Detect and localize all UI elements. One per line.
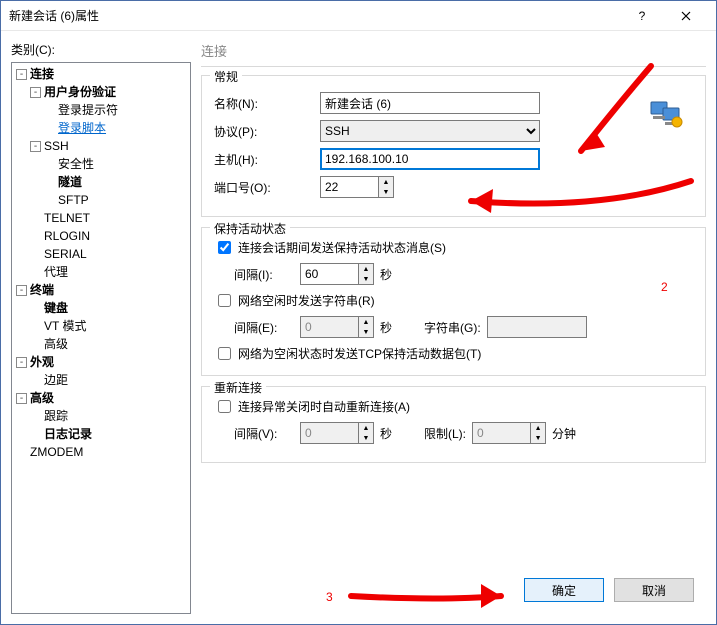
cancel-button[interactable]: 取消 bbox=[614, 578, 694, 602]
host-label: 主机(H): bbox=[214, 151, 314, 168]
group-reconnect-title: 重新连接 bbox=[210, 379, 266, 396]
category-tree[interactable]: -连接 -用户身份验证 登录提示符 登录脚本 -SSH 安全性 bbox=[11, 62, 191, 614]
chevron-up-icon: ▲ bbox=[359, 317, 373, 327]
auto-reconnect-label: 连接异常关闭时自动重新连接(A) bbox=[238, 398, 410, 415]
expand-icon[interactable]: - bbox=[16, 285, 27, 296]
interval-v-spinner: ▲▼ bbox=[300, 422, 374, 444]
chevron-down-icon: ▼ bbox=[359, 327, 373, 337]
tree-proxy[interactable]: 代理 bbox=[44, 265, 68, 279]
group-keepalive: 保持活动状态 连接会话期间发送保持活动状态消息(S) 间隔(I): ▲▼ 秒 网… bbox=[201, 227, 706, 376]
ok-button[interactable]: 确定 bbox=[524, 578, 604, 602]
chevron-up-icon[interactable]: ▲ bbox=[379, 177, 393, 187]
seconds-label: 秒 bbox=[380, 319, 392, 336]
idle-string-checkbox[interactable] bbox=[218, 294, 231, 307]
tree-advanced-term[interactable]: 高级 bbox=[44, 337, 68, 351]
host-input[interactable] bbox=[320, 148, 540, 170]
tree-tunnel[interactable]: 隧道 bbox=[58, 175, 82, 189]
group-general-title: 常规 bbox=[210, 68, 242, 85]
dialog-window: 新建会话 (6)属性 ? 类别(C): -连接 -用户身份验证 登录提示符 登录… bbox=[0, 0, 717, 625]
tree-terminal[interactable]: 终端 bbox=[30, 283, 54, 297]
chevron-up-icon: ▲ bbox=[531, 423, 545, 433]
interval-e-input bbox=[300, 316, 358, 338]
tree-trace[interactable]: 跟踪 bbox=[44, 409, 68, 423]
expand-icon[interactable]: - bbox=[16, 69, 27, 80]
keepalive-send-checkbox[interactable] bbox=[218, 241, 231, 254]
chevron-up-icon[interactable]: ▲ bbox=[359, 264, 373, 274]
tcp-keepalive-label: 网络为空闲状态时发送TCP保持活动数据包(T) bbox=[238, 345, 481, 362]
tree-vt-mode[interactable]: VT 模式 bbox=[44, 319, 86, 333]
name-input[interactable] bbox=[320, 92, 540, 114]
port-input[interactable] bbox=[320, 176, 378, 198]
expand-icon[interactable]: - bbox=[16, 393, 27, 404]
tree-user-auth[interactable]: 用户身份验证 bbox=[44, 85, 116, 99]
tree-security[interactable]: 安全性 bbox=[58, 157, 94, 171]
content: 类别(C): -连接 -用户身份验证 登录提示符 登录脚本 -SSH bbox=[1, 31, 716, 624]
string-input bbox=[487, 316, 587, 338]
tree-connection[interactable]: 连接 bbox=[30, 67, 54, 81]
port-label: 端口号(O): bbox=[214, 179, 314, 196]
expand-icon[interactable]: - bbox=[16, 357, 27, 368]
tree-login-script[interactable]: 登录脚本 bbox=[58, 121, 106, 135]
interval-i-input[interactable] bbox=[300, 263, 358, 285]
tree-margins[interactable]: 边距 bbox=[44, 373, 68, 387]
panel-title: 连接 bbox=[201, 41, 706, 67]
seconds-label: 秒 bbox=[380, 425, 392, 442]
close-button[interactable] bbox=[664, 1, 708, 31]
tree-appearance[interactable]: 外观 bbox=[30, 355, 54, 369]
right-column: 连接 常规 名称(N): 协议(P): bbox=[201, 41, 706, 614]
category-label: 类别(C): bbox=[11, 41, 191, 58]
chevron-down-icon: ▼ bbox=[359, 433, 373, 443]
tree-telnet[interactable]: TELNET bbox=[44, 211, 90, 225]
string-label: 字符串(G): bbox=[424, 319, 481, 336]
seconds-label: 秒 bbox=[380, 266, 392, 283]
group-general: 常规 名称(N): 协议(P): bbox=[201, 75, 706, 217]
protocol-select[interactable]: SSH bbox=[320, 120, 540, 142]
keepalive-send-label: 连接会话期间发送保持活动状态消息(S) bbox=[238, 239, 446, 256]
interval-e-label: 间隔(E): bbox=[214, 319, 294, 336]
hosts-icon bbox=[649, 96, 685, 131]
interval-i-label: 间隔(I): bbox=[214, 266, 294, 283]
interval-v-label: 间隔(V): bbox=[214, 425, 294, 442]
left-column: 类别(C): -连接 -用户身份验证 登录提示符 登录脚本 -SSH bbox=[11, 41, 191, 614]
expand-icon[interactable]: - bbox=[30, 87, 41, 98]
chevron-down-icon[interactable]: ▼ bbox=[379, 187, 393, 197]
minutes-label: 分钟 bbox=[552, 425, 576, 442]
tree-keyboard[interactable]: 键盘 bbox=[44, 301, 68, 315]
group-keepalive-title: 保持活动状态 bbox=[210, 220, 290, 237]
interval-v-input bbox=[300, 422, 358, 444]
protocol-label: 协议(P): bbox=[214, 123, 314, 140]
close-icon bbox=[681, 11, 691, 21]
limit-spinner: ▲▼ bbox=[472, 422, 546, 444]
tree-sftp[interactable]: SFTP bbox=[58, 193, 89, 207]
tree-serial[interactable]: SERIAL bbox=[44, 247, 87, 261]
dialog-footer: 确定 取消 bbox=[524, 578, 694, 602]
titlebar: 新建会话 (6)属性 ? bbox=[1, 1, 716, 31]
tree-login-prompt[interactable]: 登录提示符 bbox=[58, 103, 118, 117]
chevron-up-icon: ▲ bbox=[359, 423, 373, 433]
chevron-down-icon[interactable]: ▼ bbox=[359, 274, 373, 284]
group-reconnect: 重新连接 连接异常关闭时自动重新连接(A) 间隔(V): ▲▼ 秒 限制(L):… bbox=[201, 386, 706, 463]
auto-reconnect-checkbox[interactable] bbox=[218, 400, 231, 413]
interval-e-spinner: ▲▼ bbox=[300, 316, 374, 338]
tcp-keepalive-checkbox[interactable] bbox=[218, 347, 231, 360]
limit-input bbox=[472, 422, 530, 444]
limit-label: 限制(L): bbox=[424, 425, 466, 442]
tree-logging[interactable]: 日志记录 bbox=[44, 427, 92, 441]
idle-string-label: 网络空闲时发送字符串(R) bbox=[238, 292, 375, 309]
window-title: 新建会话 (6)属性 bbox=[9, 7, 620, 24]
tree-advanced[interactable]: 高级 bbox=[30, 391, 54, 405]
tree-zmodem[interactable]: ZMODEM bbox=[30, 445, 83, 459]
interval-i-spinner[interactable]: ▲▼ bbox=[300, 263, 374, 285]
port-spinner[interactable]: ▲▼ bbox=[320, 176, 394, 198]
name-label: 名称(N): bbox=[214, 95, 314, 112]
expand-icon[interactable]: - bbox=[30, 141, 41, 152]
chevron-down-icon: ▼ bbox=[531, 433, 545, 443]
tree-ssh[interactable]: SSH bbox=[44, 139, 69, 153]
tree-rlogin[interactable]: RLOGIN bbox=[44, 229, 90, 243]
help-button[interactable]: ? bbox=[620, 1, 664, 31]
